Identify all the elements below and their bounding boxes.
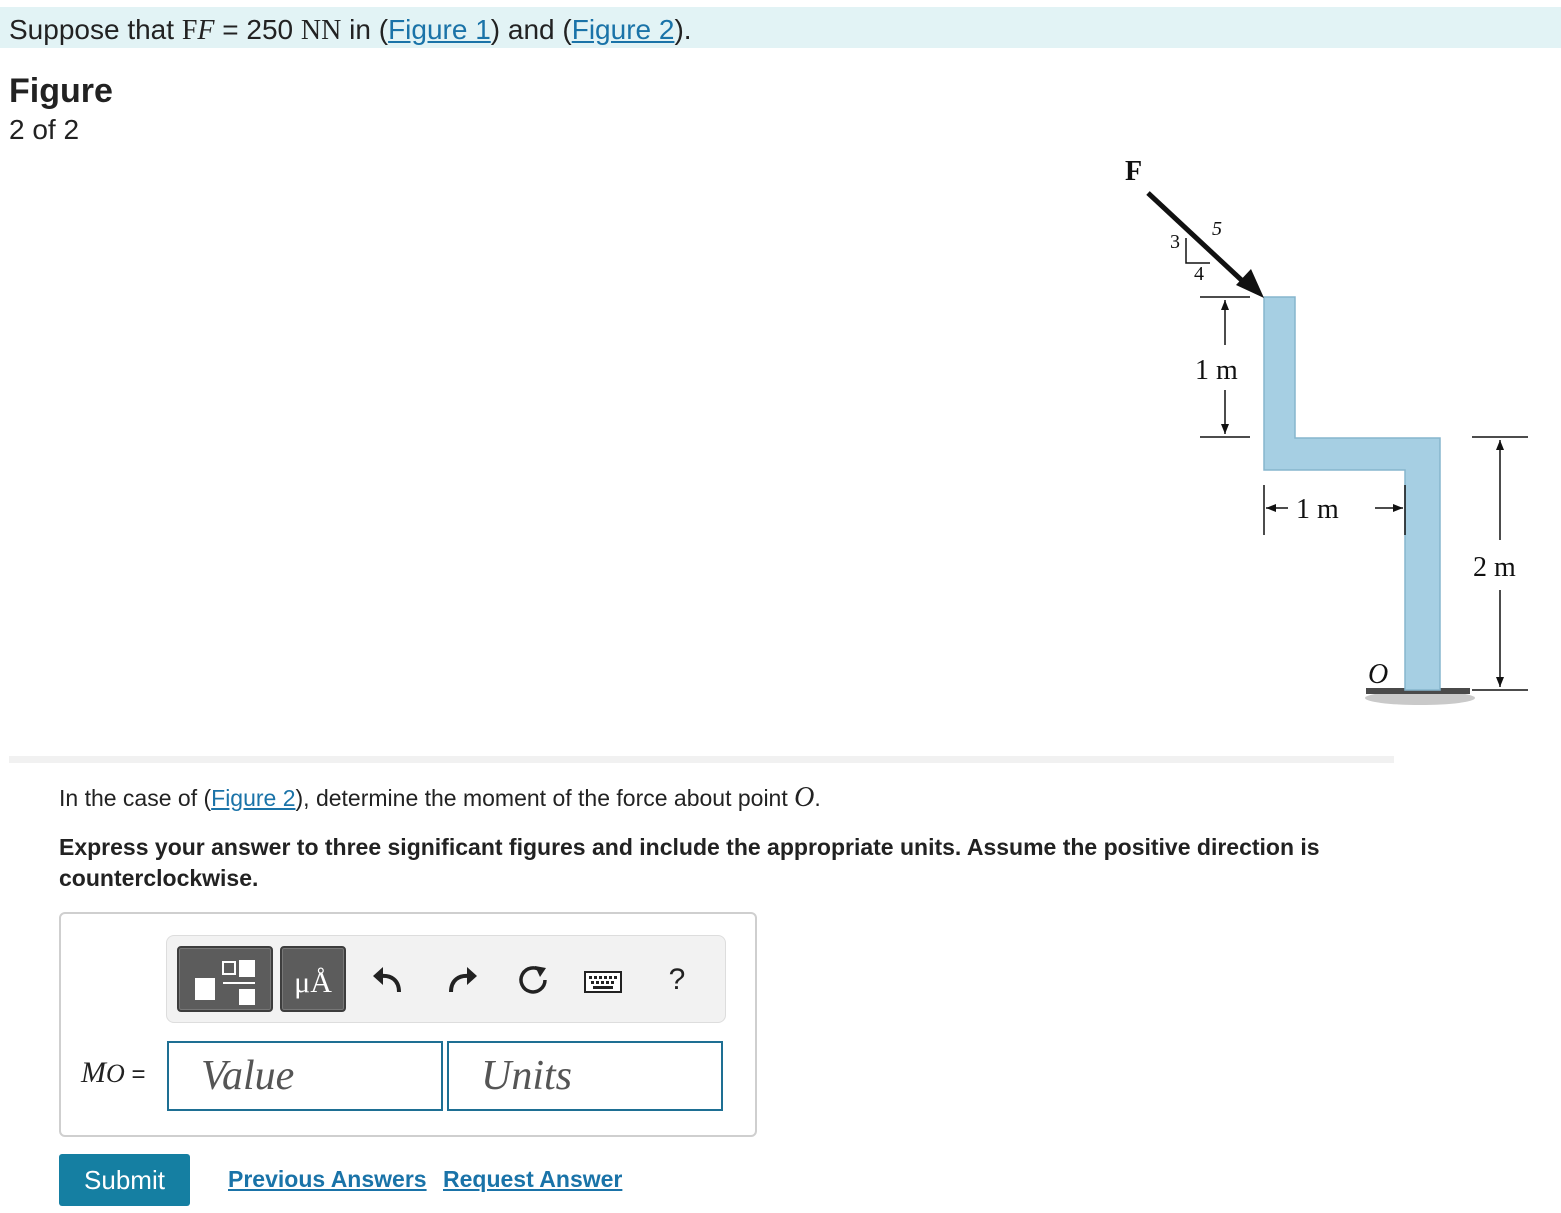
value-input[interactable] [167,1041,443,1111]
previous-answers-link[interactable]: Previous Answers [228,1166,427,1193]
structural-member [1263,296,1441,691]
redo-button[interactable] [441,958,485,1002]
point-symbol: O [794,782,815,813]
dim-right-arrow-up [1496,440,1504,450]
force-symbol: F [181,15,198,46]
figure-heading: Figure [9,72,113,110]
dim-mid-arrow-right [1393,504,1403,512]
dim-top-arrow-up [1221,300,1229,310]
templates-button[interactable] [177,946,273,1012]
question-text: In the case of (Figure 2), determine the… [59,782,821,813]
answer-instructions: Express your answer to three significant… [59,834,1320,891]
redo-icon [449,967,477,993]
force-label: F [1125,156,1142,187]
keyboard-icon [584,971,622,993]
reset-button[interactable] [511,958,555,1002]
help-icon: ? [668,963,686,996]
dim-top-label: 1 m [1195,355,1238,386]
dim-mid-arrow-left [1266,504,1276,512]
slope-5-label: 5 [1212,218,1222,240]
help-button[interactable]: ? [657,958,697,1002]
figure-2-link-question[interactable]: Figure 2 [211,785,295,811]
dim-right-arrow-down [1496,677,1504,687]
math-toolbar: μÅ ? [166,935,726,1023]
force-symbol-italic: F [197,15,215,46]
force-arrowhead [1236,269,1264,298]
unit-symbol-2: N [321,15,342,46]
units-button[interactable]: μÅ [280,946,346,1012]
undo-button[interactable] [365,958,409,1002]
section-divider [9,756,1394,763]
figure-2-link[interactable]: Figure 2 [572,14,675,45]
undo-icon [373,967,401,993]
units-icon: μÅ [294,966,332,999]
keyboard-button[interactable] [581,964,625,1000]
point-o-label: O [1368,659,1388,690]
dim-mid-label: 1 m [1296,494,1339,525]
figure-diagram: F 3 4 5 1 m 1 m 2 m O [1125,156,1528,705]
figure-1-link[interactable]: Figure 1 [388,14,491,45]
figure-counter: 2 of 2 [9,114,80,145]
slope-4-label: 4 [1194,263,1204,285]
intro-text: Suppose that FF = 250 NN in (Figure 1) a… [9,14,692,46]
answer-panel: μÅ ? MO = Value Units [59,912,757,1137]
moment-label: MO = [81,1056,146,1089]
dim-right-label: 2 m [1473,552,1516,583]
submit-button[interactable]: Submit [59,1154,190,1206]
unit-symbol: N [300,15,322,46]
templates-icon [195,960,255,1005]
dim-top-arrow-down [1221,424,1229,434]
request-answer-link[interactable]: Request Answer [443,1166,622,1193]
reset-icon [519,966,547,994]
slope-3-label: 3 [1170,231,1180,253]
units-input[interactable] [447,1041,723,1111]
